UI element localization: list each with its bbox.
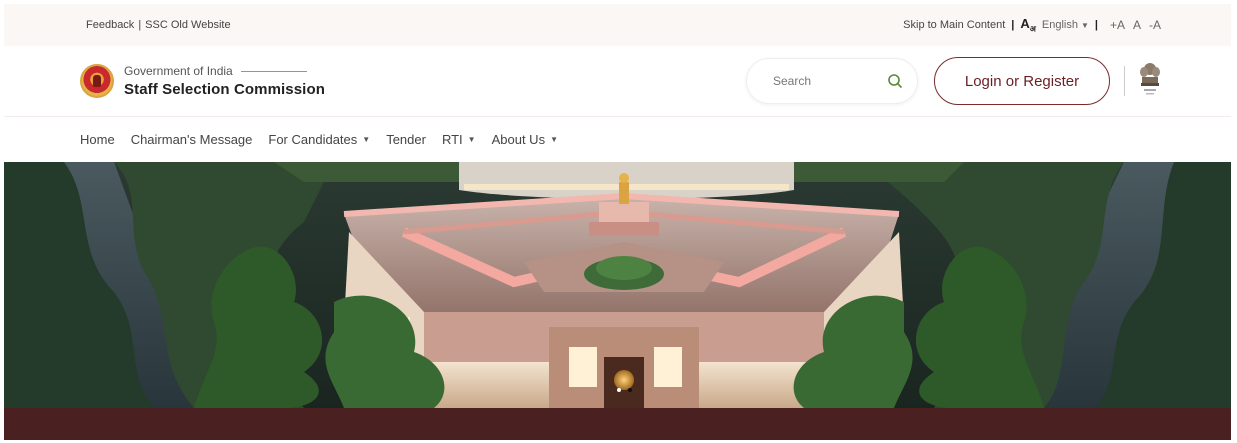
font-increase-button[interactable]: +A bbox=[1110, 18, 1125, 32]
utility-separator: | bbox=[1094, 19, 1098, 31]
nav-item-chairmans-message[interactable]: Chairman's Message bbox=[131, 132, 253, 147]
nav-item-about-us[interactable]: About Us ▼ bbox=[492, 132, 558, 147]
nav-item-label: For Candidates bbox=[268, 132, 358, 147]
utility-separator: | bbox=[1011, 19, 1015, 31]
chevron-down-icon: ▼ bbox=[1080, 20, 1089, 30]
brand[interactable]: Government of India Staff Selection Comm… bbox=[124, 64, 325, 98]
brand-top: Government of India bbox=[124, 64, 325, 78]
nav-item-home[interactable]: Home bbox=[80, 132, 115, 147]
nav-item-label: Tender bbox=[386, 132, 426, 147]
font-decrease-button[interactable]: -A bbox=[1149, 18, 1161, 32]
font-normal-button[interactable]: A bbox=[1133, 18, 1141, 32]
parliament-building-image bbox=[4, 162, 1231, 408]
utility-bar: Feedback | SSC Old Website Skip to Main … bbox=[4, 4, 1231, 46]
nav-item-label: RTI bbox=[441, 132, 463, 147]
gov-label: Government of India bbox=[124, 64, 233, 78]
login-register-button[interactable]: Login or Register bbox=[934, 57, 1110, 105]
chevron-down-icon: ▼ bbox=[362, 135, 371, 144]
hero-banner[interactable] bbox=[4, 162, 1231, 408]
nav-item-label: About Us bbox=[491, 132, 546, 147]
nav-item-label: Home bbox=[80, 132, 115, 147]
header-actions: Login or Register bbox=[746, 57, 1161, 105]
main-nav: Home Chairman's Message For Candidates ▼ … bbox=[4, 116, 1231, 162]
national-emblem-icon bbox=[1139, 62, 1161, 100]
utility-separator: | bbox=[138, 19, 142, 31]
language-icon-latin: A bbox=[1020, 15, 1030, 31]
old-website-link[interactable]: SSC Old Website bbox=[145, 19, 230, 31]
skip-to-content-link[interactable]: Skip to Main Content bbox=[903, 19, 1005, 31]
accessibility-controls: Skip to Main Content | Aअ English ▼ | +A… bbox=[903, 16, 1161, 35]
language-icon: Aअ bbox=[1020, 16, 1036, 35]
nav-item-rti[interactable]: RTI ▼ bbox=[442, 132, 476, 147]
ssc-logo-icon[interactable] bbox=[80, 64, 114, 98]
chevron-down-icon: ▼ bbox=[550, 135, 558, 144]
banner-footer-strip bbox=[4, 408, 1231, 440]
site-header: Government of India Staff Selection Comm… bbox=[4, 46, 1231, 116]
language-select-value: English bbox=[1041, 19, 1078, 31]
utility-links: Feedback | SSC Old Website bbox=[86, 19, 231, 31]
language-icon-devanagari: अ bbox=[1029, 24, 1036, 34]
org-name: Staff Selection Commission bbox=[124, 81, 325, 98]
feedback-link[interactable]: Feedback bbox=[86, 19, 134, 31]
search-input[interactable] bbox=[773, 74, 887, 88]
chevron-down-icon: ▼ bbox=[467, 135, 476, 144]
search-icon[interactable] bbox=[887, 73, 903, 89]
brand-divider bbox=[240, 70, 307, 72]
header-divider bbox=[1124, 66, 1125, 96]
nav-item-tender[interactable]: Tender bbox=[386, 132, 426, 147]
nav-item-for-candidates[interactable]: For Candidates ▼ bbox=[268, 132, 370, 147]
search-box bbox=[746, 58, 918, 104]
page: Feedback | SSC Old Website Skip to Main … bbox=[4, 4, 1231, 440]
language-select[interactable]: English ▼ bbox=[1042, 19, 1089, 31]
nav-item-label: Chairman's Message bbox=[130, 132, 253, 147]
